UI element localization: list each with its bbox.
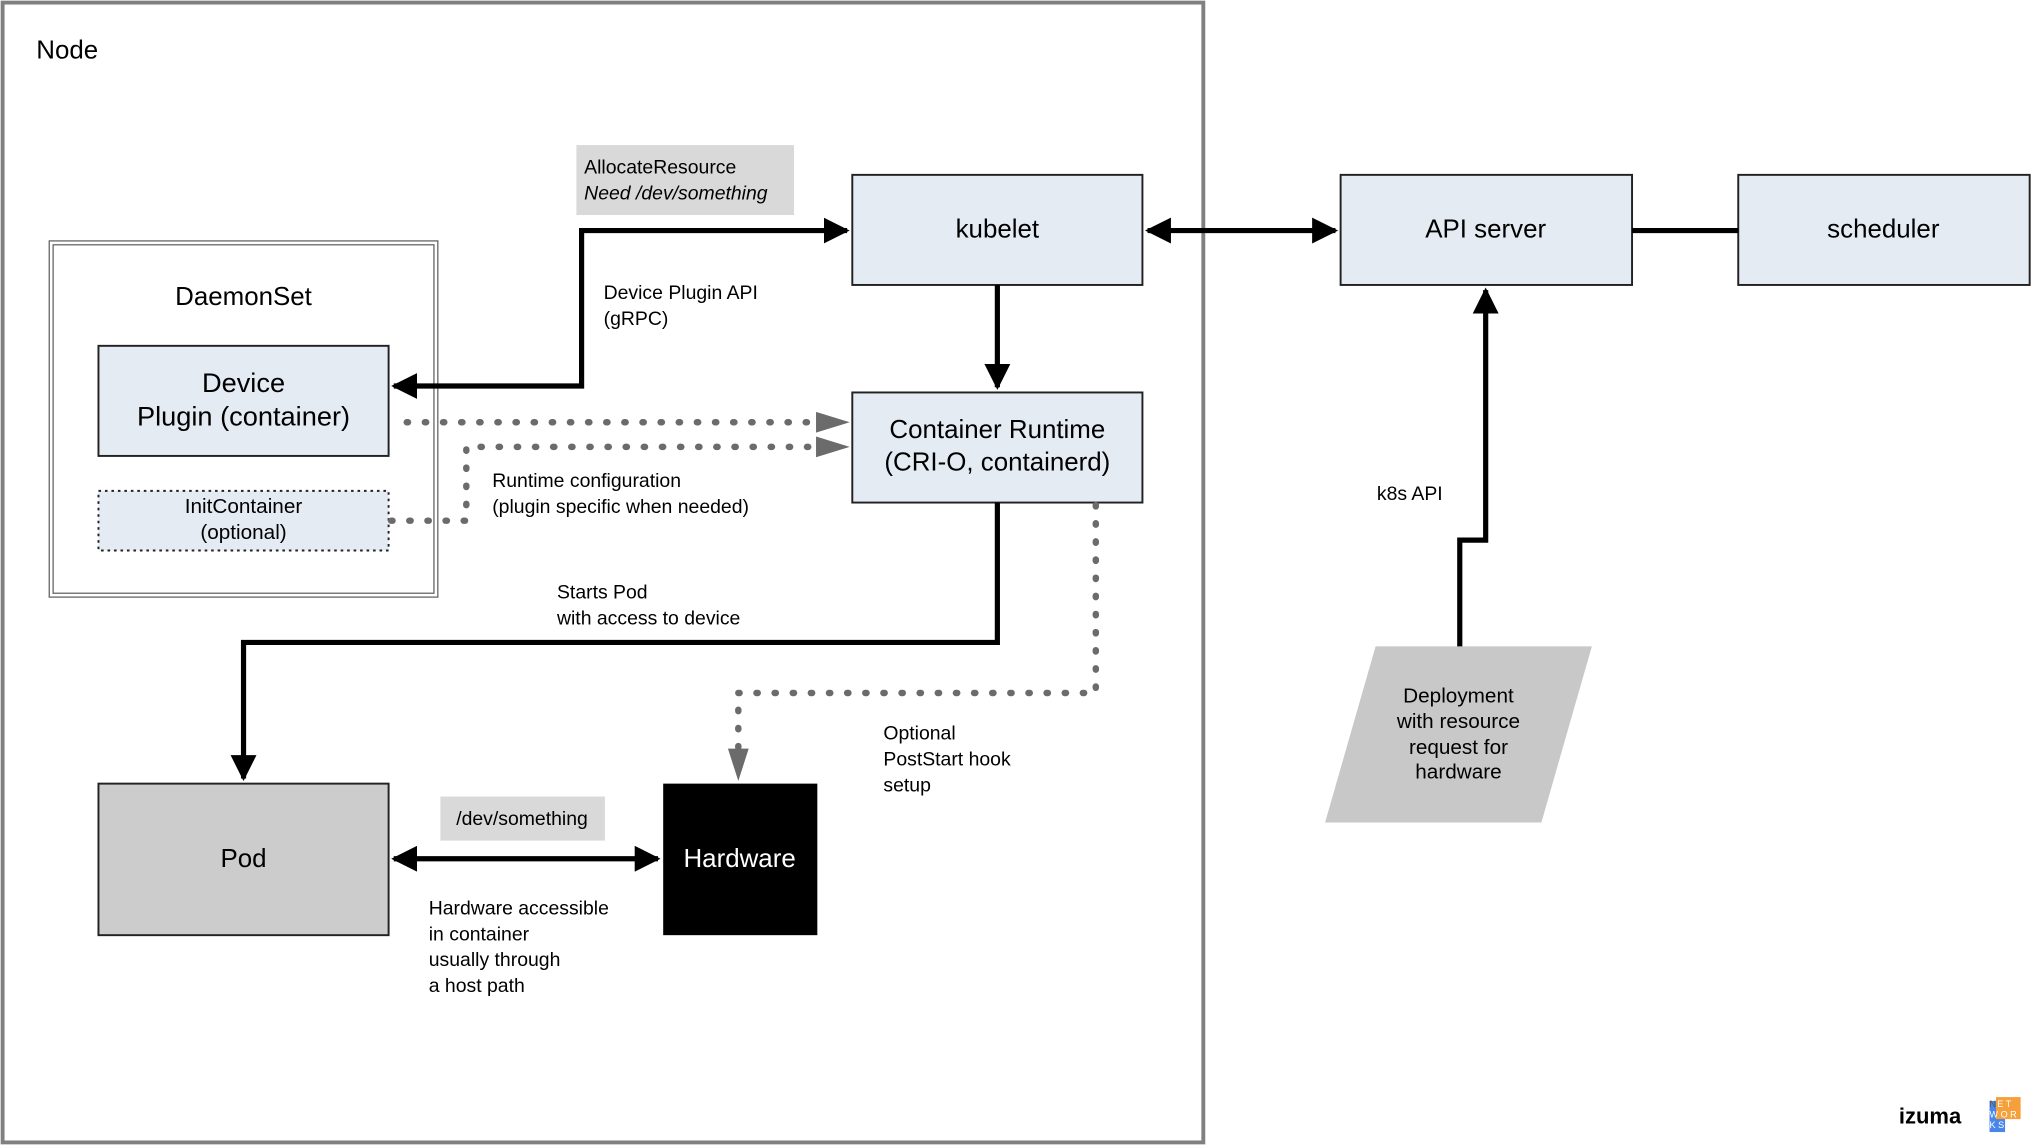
kubelet-label: kubelet: [956, 215, 1040, 243]
dotted-arrowhead: [816, 411, 850, 433]
logo-badge-letters: E T: [1997, 1099, 2011, 1109]
logo-badge-letters: W O R: [1990, 1110, 2018, 1120]
logo-badge-letters: K S: [1990, 1120, 2005, 1130]
deployment-label: with resource: [1396, 710, 1520, 733]
annotation-hardware-access: in container: [429, 923, 530, 945]
annotation-hardware-access: a host path: [429, 975, 525, 997]
annotation-poststart: setup: [883, 774, 930, 796]
pod-label: Pod: [220, 845, 266, 873]
deployment-shape: [1325, 646, 1592, 823]
arrow-deployment-api-server: [1457, 287, 1499, 647]
annotation-device-plugin-api: (gRPC): [604, 308, 669, 330]
annotation-runtime-config: Runtime configuration: [492, 470, 681, 492]
container-runtime-label: Container Runtime: [889, 416, 1105, 444]
api-server-label: API server: [1425, 215, 1546, 243]
deployment-label: request for: [1409, 736, 1508, 759]
annotation-runtime-config: (plugin specific when needed): [492, 496, 749, 518]
annotation-poststart: Optional: [883, 723, 955, 745]
dotted-arrowhead: [727, 748, 749, 782]
init-container-label: InitContainer: [185, 495, 303, 518]
node-title: Node: [36, 37, 98, 65]
annotation-device-plugin-api: Device Plugin API: [604, 282, 758, 304]
allocate-resource-label: AllocateResource: [584, 157, 736, 179]
hardware-label: Hardware: [683, 845, 795, 873]
device-plugin-diagram: Node DaemonSet Device Plugin (container)…: [0, 0, 2031, 1145]
izuma-logo: izuma N E T W O R K S: [1899, 1097, 2021, 1133]
container-runtime-label: (CRI-O, containerd): [884, 449, 1110, 477]
annotation-k8s-api: k8s API: [1377, 483, 1443, 505]
scheduler-label: scheduler: [1827, 215, 1940, 243]
dotted-arrow-runtime-hardware: [735, 501, 1100, 755]
deployment-label: hardware: [1415, 761, 1501, 784]
annotation-starts-pod: Starts Pod: [557, 581, 648, 603]
daemonset-title: DaemonSet: [175, 283, 312, 311]
container-runtime-box: [851, 391, 1144, 504]
dotted-arrowhead: [816, 436, 850, 458]
allocate-resource-need: Need /dev/something: [584, 182, 768, 204]
deployment-label: Deployment: [1403, 684, 1514, 707]
dev-something-label: /dev/something: [456, 808, 588, 830]
daemonset-group: DaemonSet Device Plugin (container) Init…: [48, 240, 439, 598]
logo-text: izuma: [1899, 1104, 1962, 1129]
annotation-hardware-access: usually through: [429, 949, 561, 971]
annotation-hardware-access: Hardware accessible: [429, 897, 609, 919]
annotation-poststart: PostStart hook: [883, 748, 1011, 770]
logo-badge-letters: N: [1990, 1099, 1997, 1109]
init-container-label: (optional): [200, 521, 286, 544]
annotation-starts-pod: with access to device: [556, 607, 740, 629]
device-plugin-label: Plugin (container): [137, 401, 350, 432]
device-plugin-label: Device: [202, 367, 285, 398]
